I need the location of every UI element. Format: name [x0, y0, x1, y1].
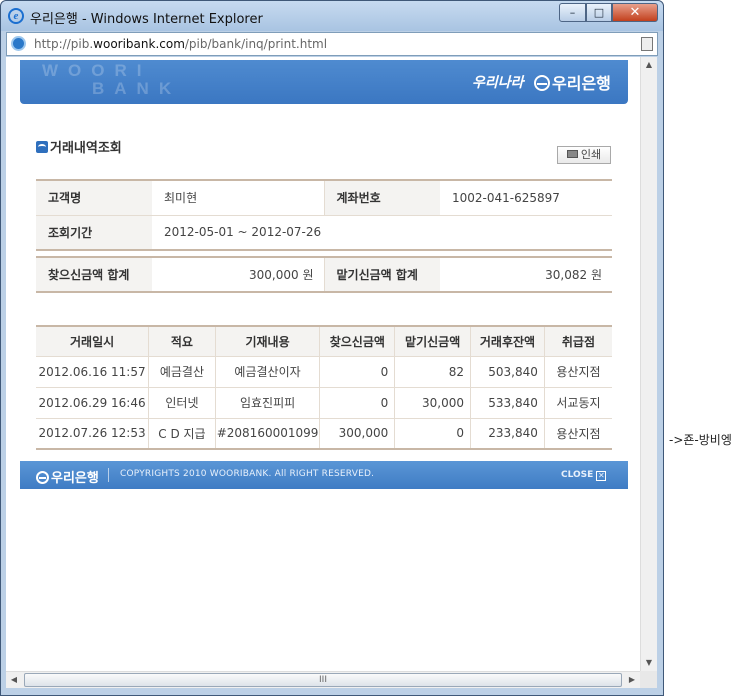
internet-explorer-icon: e	[8, 8, 24, 24]
site-globe-icon	[11, 36, 26, 51]
summary-cell: 예금결산	[148, 356, 216, 388]
deposit-cell: 0	[394, 418, 471, 450]
period-label: 조회기간	[36, 215, 152, 251]
date-cell: 2012.06.29 16:46	[36, 387, 149, 419]
page-content: WOORI BANK 우리나라 우리은행 거래내역조회 인쇄 고객명 최미현 계…	[6, 57, 657, 671]
column-header: 거래후잔액	[470, 326, 545, 357]
period-value: 2012-05-01 ~ 2012-07-26	[152, 215, 612, 251]
horizontal-scroll-thumb[interactable]: III	[24, 673, 622, 687]
scrollbar-corner	[640, 671, 657, 688]
minimize-button[interactable]: –	[559, 3, 586, 22]
withdraw-cell: 0	[319, 356, 395, 388]
balance-cell: 503,840	[470, 356, 545, 388]
banner-slogan: 우리나라	[472, 75, 524, 91]
deposit-total-value: 30,082 원	[545, 268, 602, 282]
customer-label: 고객명	[36, 180, 152, 216]
page-report-icon[interactable]	[641, 37, 653, 51]
table-row: 2012.06.16 11:57 예금결산 예금결산이자 0 82 503,84…	[36, 356, 612, 388]
table-row: 2012.07.26 12:53 C D 지급 #208160001099 30…	[36, 418, 612, 450]
column-header: 기재내용	[214, 326, 320, 357]
woori-bank-logo: 우리은행	[534, 70, 611, 94]
branch-cell: 서교동지	[543, 387, 612, 419]
footer-bar: 우리은행 COPYRIGHTS 2010 WOORIBANK. All RIGH…	[20, 461, 628, 489]
withdraw-total-label: 찾으신금액 합계	[36, 257, 152, 292]
description-cell: 임효진피피	[214, 387, 320, 419]
column-header: 맡기신금액	[394, 326, 471, 357]
window-title: 우리은행 - Windows Internet Explorer	[30, 12, 263, 27]
page-title: 거래내역조회	[36, 137, 122, 156]
withdraw-cell: 300,000	[319, 418, 395, 450]
branch-cell: 용산지점	[543, 356, 612, 388]
vertical-scrollbar[interactable]: ▲ ▼	[640, 57, 657, 671]
account-info-table: 고객명 최미현 계좌번호 1002-041-625897 조회기간 2012-0…	[36, 179, 612, 251]
deposit-cell: 30,000	[394, 387, 471, 419]
customer-value: 최미현	[152, 180, 324, 216]
maximize-button[interactable]: □	[586, 3, 612, 22]
side-note-text: ->죤-방비엥	[669, 433, 732, 447]
printer-icon	[566, 150, 578, 158]
browser-window: e 우리은행 - Windows Internet Explorer – □ ✕…	[0, 0, 664, 696]
date-cell: 2012.07.26 12:53	[36, 418, 149, 450]
date-cell: 2012.06.16 11:57	[36, 356, 149, 388]
description-cell: 예금결산이자	[214, 356, 320, 388]
balance-cell: 533,840	[470, 387, 545, 419]
woori-logo-icon	[36, 471, 49, 484]
banner-watermark: WOORI BANK	[42, 61, 182, 98]
scroll-up-icon[interactable]: ▲	[641, 57, 657, 73]
scroll-right-icon[interactable]: ▶	[624, 672, 640, 688]
footer-logo: 우리은행	[36, 467, 99, 486]
close-window-button[interactable]: ✕	[612, 3, 658, 22]
table-row: 2012.06.29 16:46 인터넷 임효진피피 0 30,000 533,…	[36, 387, 612, 419]
address-url[interactable]: http://pib.wooribank.com/pib/bank/inq/pr…	[34, 37, 327, 51]
transaction-table: 거래일시 적요 기재내용 찾으신금액 맡기신금액 거래후잔액 취급점 2012.…	[36, 325, 612, 450]
column-header: 찾으신금액	[319, 326, 395, 357]
withdraw-cell: 0	[319, 387, 395, 419]
description-cell: #208160001099	[214, 418, 320, 450]
footer-divider	[108, 468, 109, 482]
horizontal-scrollbar[interactable]: ◀ III ▶	[6, 671, 640, 688]
summary-table: 찾으신금액 합계 300,000 원 맡기신금액 합계 30,082 원	[36, 256, 612, 293]
branch-cell: 용산지점	[543, 418, 612, 450]
print-button[interactable]: 인쇄	[557, 146, 611, 164]
close-popup-button[interactable]: CLOSE ✕	[561, 470, 607, 481]
account-label: 계좌번호	[323, 180, 440, 216]
copyright-text: COPYRIGHTS 2010 WOORIBANK. All RIGHT RES…	[120, 469, 375, 479]
scroll-down-icon[interactable]: ▼	[641, 655, 657, 671]
account-value: 1002-041-625897	[440, 180, 612, 216]
column-header: 거래일시	[36, 326, 149, 357]
withdraw-total-value: 300,000 원	[249, 268, 314, 282]
deposit-cell: 82	[394, 356, 471, 388]
column-header: 취급점	[543, 326, 612, 357]
balance-cell: 233,840	[470, 418, 545, 450]
close-icon: ✕	[596, 471, 607, 481]
title-bar[interactable]: e 우리은행 - Windows Internet Explorer – □ ✕	[1, 1, 663, 31]
deposit-total-label: 맡기신금액 합계	[323, 257, 440, 292]
summary-cell: C D 지급	[148, 418, 216, 450]
section-title-icon	[36, 141, 48, 153]
header-banner: WOORI BANK 우리나라 우리은행	[20, 60, 628, 104]
woori-logo-icon	[534, 75, 550, 91]
summary-cell: 인터넷	[148, 387, 216, 419]
address-bar[interactable]: http://pib.wooribank.com/pib/bank/inq/pr…	[6, 32, 658, 56]
table-header-row: 거래일시 적요 기재내용 찾으신금액 맡기신금액 거래후잔액 취급점	[36, 326, 612, 357]
scroll-left-icon[interactable]: ◀	[6, 672, 22, 688]
column-header: 적요	[148, 326, 216, 357]
